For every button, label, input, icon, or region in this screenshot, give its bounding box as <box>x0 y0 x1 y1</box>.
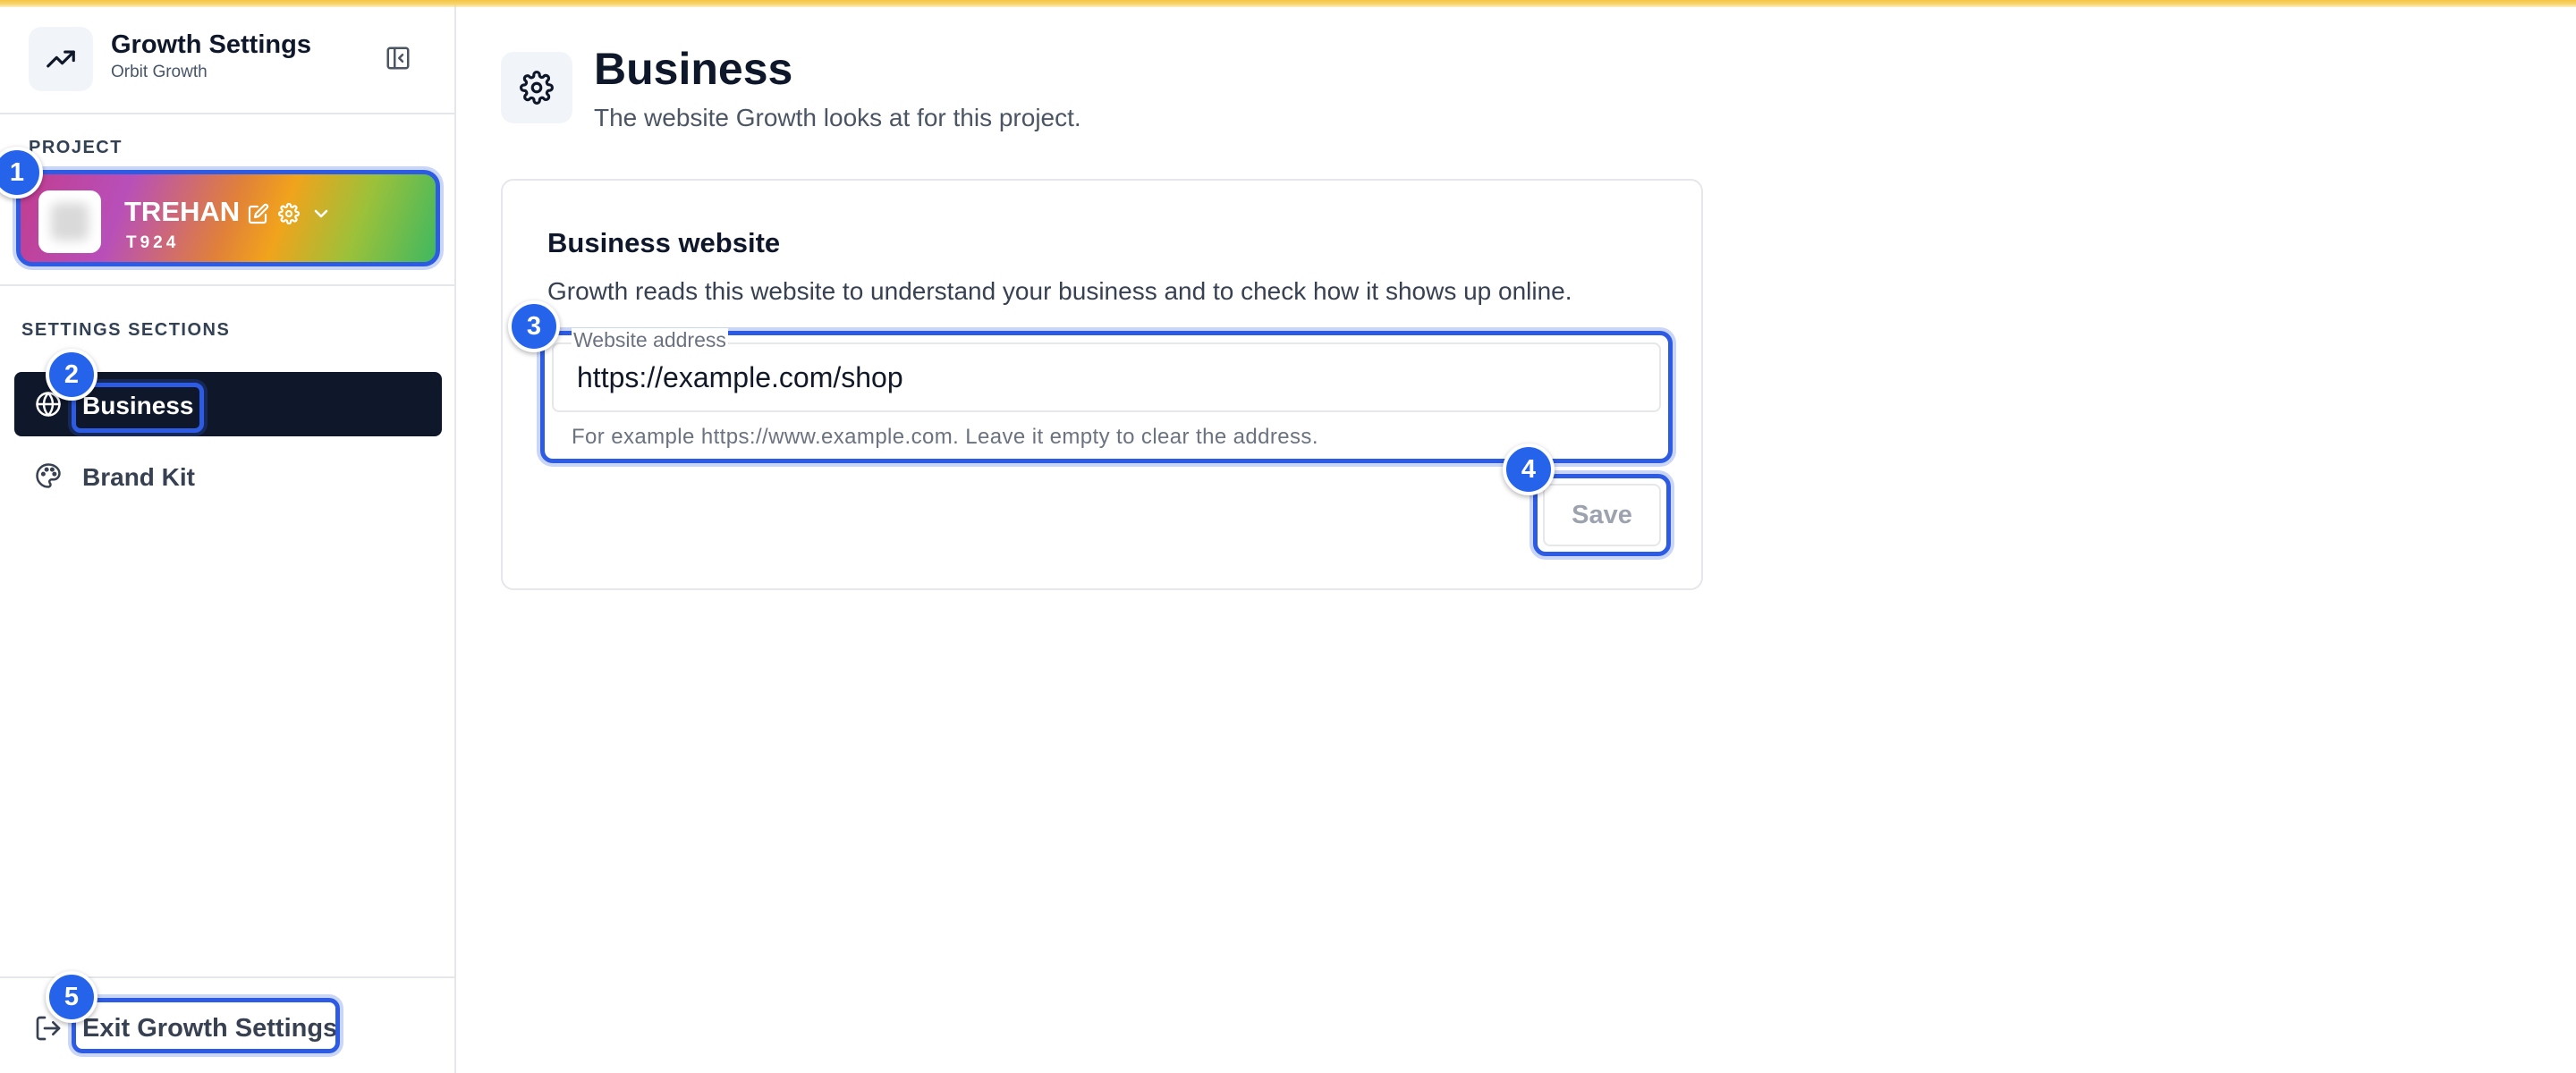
card-description: Growth reads this website to understand … <box>547 277 1572 305</box>
collapse-sidebar-button[interactable] <box>381 41 415 75</box>
page-subtitle: The website Growth looks at for this pro… <box>594 104 1081 131</box>
project-section-label: PROJECT <box>29 138 123 157</box>
website-field-group: Website address For example https://www.… <box>540 328 1673 463</box>
top-accent-bar <box>0 0 2576 7</box>
sidebar-header: Growth Settings Orbit Growth <box>0 0 454 114</box>
website-address-label: Website address <box>572 328 728 352</box>
gear-icon[interactable] <box>276 201 301 226</box>
annotation-badge-4: 4 <box>1503 444 1555 495</box>
panel-left-close-icon <box>386 46 410 70</box>
sidebar-divider <box>0 284 454 286</box>
page-title: Business <box>594 44 793 94</box>
business-website-card: Business website Growth reads this websi… <box>501 179 1703 590</box>
website-address-help: For example https://www.example.com. Lea… <box>572 425 1318 449</box>
gear-icon <box>501 52 572 123</box>
card-title: Business website <box>547 227 781 258</box>
sidebar-item-brand-kit[interactable]: Brand Kit <box>14 444 442 508</box>
annotation-badge-2: 2 <box>46 349 97 401</box>
edit-icon[interactable] <box>246 201 271 226</box>
sidebar-item-label: Brand Kit <box>82 463 195 491</box>
trending-up-icon <box>29 27 93 91</box>
website-address-input[interactable] <box>552 342 1661 412</box>
settings-section-label: SETTINGS SECTIONS <box>21 320 231 340</box>
annotation-badge-3: 3 <box>508 300 560 352</box>
exit-settings-label: Exit Growth Settings <box>82 1014 338 1043</box>
chevron-down-icon[interactable] <box>309 201 334 226</box>
project-avatar <box>38 190 101 253</box>
app-subtitle: Orbit Growth <box>111 63 208 81</box>
sidebar: Growth Settings Orbit Growth PROJECT TRE… <box>0 0 456 1073</box>
project-switcher[interactable]: TREHAN T924 <box>16 170 440 266</box>
sidebar-item-label: Business <box>82 392 194 419</box>
annotation-badge-5: 5 <box>46 971 97 1023</box>
project-code: T924 <box>126 233 180 252</box>
app-title: Growth Settings <box>111 30 311 59</box>
palette-icon <box>34 461 63 490</box>
save-button[interactable]: Save <box>1543 484 1661 546</box>
save-highlight: Save <box>1533 474 1671 556</box>
project-name: TREHAN <box>124 196 241 227</box>
